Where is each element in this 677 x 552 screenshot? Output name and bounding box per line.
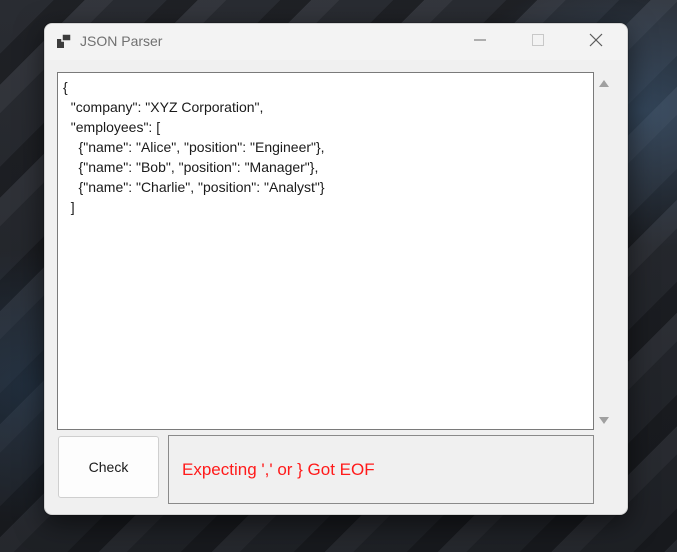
maximize-icon	[532, 33, 544, 51]
title-bar[interactable]: JSON Parser	[45, 24, 627, 60]
minimize-icon	[474, 33, 486, 51]
scroll-up-icon[interactable]	[599, 80, 609, 87]
maximize-button[interactable]	[509, 24, 567, 60]
window-title: JSON Parser	[80, 33, 163, 49]
editor-scrollbar[interactable]	[595, 72, 613, 430]
status-message: Expecting ',' or } Got EOF	[182, 460, 375, 479]
scroll-down-icon[interactable]	[599, 417, 609, 424]
status-panel: Expecting ',' or } Got EOF	[168, 435, 594, 504]
json-input-textarea[interactable]: { "company": "XYZ Corporation", "employe…	[57, 72, 594, 430]
check-button[interactable]: Check	[58, 436, 159, 498]
close-icon	[589, 33, 603, 52]
json-input-content: { "company": "XYZ Corporation", "employe…	[63, 79, 325, 215]
json-parser-window: JSON Parser { "company": "XYZ Corporatio…	[44, 23, 628, 515]
close-button[interactable]	[567, 24, 625, 60]
minimize-button[interactable]	[451, 24, 509, 60]
app-icon	[57, 33, 72, 48]
